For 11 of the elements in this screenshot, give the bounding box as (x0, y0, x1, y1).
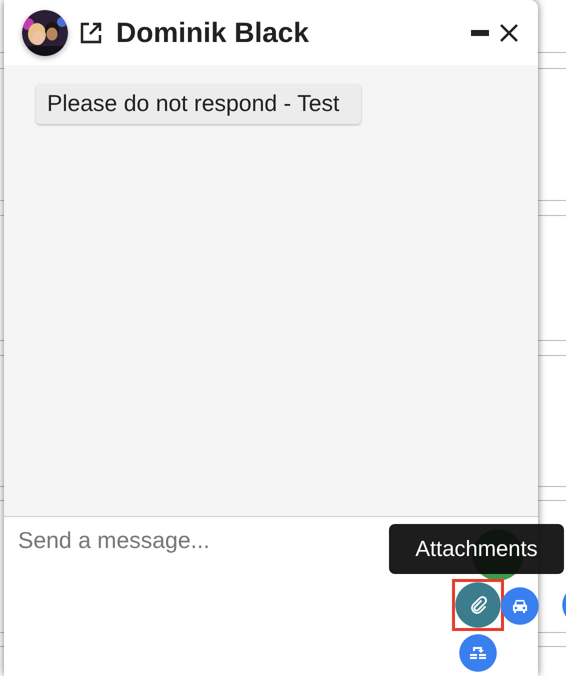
tooltip: Attachments (389, 524, 564, 574)
car-button[interactable] (501, 587, 539, 625)
transfer-button[interactable] (459, 634, 497, 672)
minimize-icon[interactable] (471, 30, 489, 36)
message-bubble: Please do not respond - Test (36, 84, 362, 124)
paperclip-icon (468, 595, 488, 615)
contact-name: Dominik Black (116, 16, 309, 48)
attachment-button[interactable] (452, 579, 504, 631)
message-input[interactable]: Send a message... (18, 527, 378, 554)
close-icon[interactable] (500, 24, 518, 42)
external-link-icon[interactable] (80, 22, 102, 44)
